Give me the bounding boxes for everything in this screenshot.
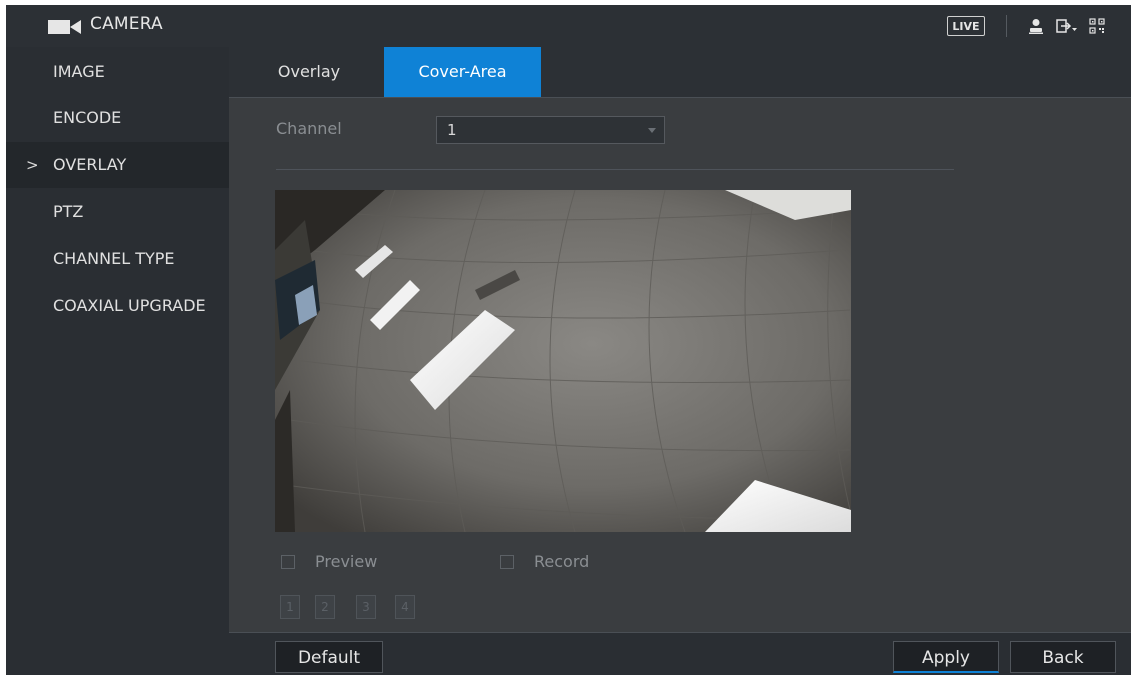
record-checkbox[interactable] [500,555,514,569]
sidebar: IMAGE ENCODE > OVERLAY PTZ CHANNEL TYPE … [6,47,229,675]
sidebar-item-encode[interactable]: ENCODE [6,95,229,141]
sidebar-item-label: IMAGE [53,62,105,81]
preview-label: Preview [315,552,378,571]
sidebar-item-image[interactable]: IMAGE [6,49,229,95]
dropdown-arrow-icon [648,128,656,133]
cover-area-3-button[interactable]: 3 [356,595,376,619]
channel-select[interactable]: 1 [436,116,665,144]
qr-code-icon[interactable] [1089,18,1105,34]
sidebar-item-label: OVERLAY [53,155,127,174]
user-icon[interactable] [1029,18,1043,34]
chevron-right-icon: > [26,156,39,174]
channel-select-value: 1 [447,121,457,139]
sidebar-item-coaxial-upgrade[interactable]: COAXIAL UPGRADE [6,283,229,329]
section-divider [276,169,954,170]
default-button[interactable]: Default [275,641,383,673]
cover-area-2-button[interactable]: 2 [315,595,335,619]
camera-preview[interactable] [275,190,851,532]
sidebar-item-label: PTZ [53,202,84,221]
toolbar-divider [1006,15,1007,37]
preview-checkbox[interactable] [281,555,295,569]
sidebar-item-label: COAXIAL UPGRADE [53,296,206,315]
live-button[interactable]: LIVE [947,16,985,36]
logout-icon[interactable] [1056,18,1078,34]
sidebar-item-channel-type[interactable]: CHANNEL TYPE [6,236,229,282]
cover-area-4-button[interactable]: 4 [395,595,415,619]
sidebar-item-label: CHANNEL TYPE [53,249,175,268]
sidebar-item-overlay[interactable]: > OVERLAY [6,142,229,188]
camera-feed-image [275,190,851,532]
tab-overlay[interactable]: Overlay [249,47,369,97]
back-button[interactable]: Back [1010,641,1116,673]
bottom-bar: Default Apply Back [229,632,1131,675]
top-bar: CAMERA LIVE [6,5,1131,47]
app-window: CAMERA LIVE IMAGE ENCODE > OVERLAY PTZ C… [6,5,1131,675]
app-title: CAMERA [90,14,163,34]
cover-area-1-button[interactable]: 1 [280,595,300,619]
record-label: Record [534,552,590,571]
camera-icon [48,20,81,34]
apply-button[interactable]: Apply [893,641,999,673]
sidebar-item-label: ENCODE [53,108,122,127]
tab-cover-area[interactable]: Cover-Area [384,47,541,97]
sidebar-item-ptz[interactable]: PTZ [6,189,229,235]
channel-label: Channel [276,119,342,138]
tab-bar: Overlay Cover-Area [229,47,1131,98]
